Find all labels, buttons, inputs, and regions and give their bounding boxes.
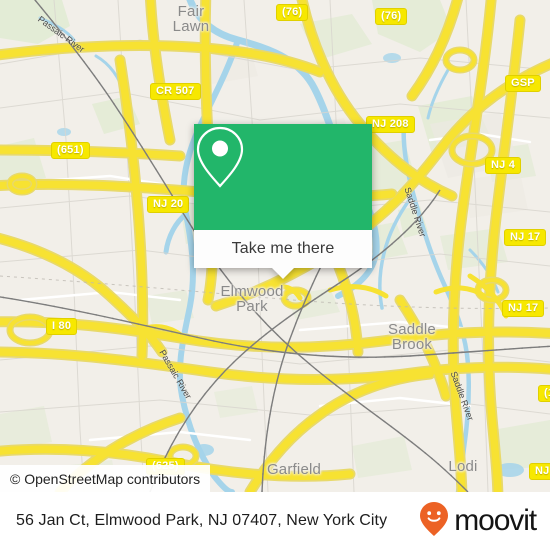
popup-card-header — [194, 124, 372, 230]
road-shield-nj-20[interactable]: NJ 20 — [147, 196, 190, 213]
map-screenshot: .road-cas{ stroke:#e8d96a; fill:none; st… — [0, 0, 550, 550]
take-me-there-button[interactable]: Take me there — [194, 230, 372, 279]
osm-attribution-text: © OpenStreetMap contributors — [10, 470, 201, 487]
popup-card-tail — [271, 267, 295, 279]
location-popup-card[interactable]: Take me there — [194, 124, 372, 279]
road-shield-cr-507[interactable]: CR 507 — [150, 83, 201, 100]
road-shield-nj-4[interactable]: NJ 4 — [485, 157, 522, 174]
address-text: 56 Jan Ct, Elmwood Park, NJ 07407, New Y… — [16, 512, 388, 529]
footer-bar: 56 Jan Ct, Elmwood Park, NJ 07407, New Y… — [0, 492, 550, 550]
road-shield-76-left[interactable]: (76) — [276, 4, 309, 21]
road-shield-nj-208[interactable]: NJ 208 — [366, 116, 415, 133]
road-shield-nj-17-lower[interactable]: NJ 17 — [502, 300, 545, 317]
road-shield-1-partial[interactable]: (1 — [538, 385, 550, 402]
road-shield-gsp[interactable]: GSP — [505, 75, 541, 92]
road-shield-651[interactable]: (651) — [51, 142, 90, 159]
osm-attribution[interactable]: © OpenStreetMap contributors — [0, 465, 211, 492]
take-me-there-label: Take me there — [231, 240, 335, 257]
moovit-wordmark: moovit — [454, 504, 537, 537]
moovit-logo[interactable]: moovit — [419, 501, 537, 542]
road-shield-nj-partial[interactable]: NJ — [529, 463, 550, 480]
road-shield-76-right[interactable]: (76) — [375, 8, 408, 25]
map-canvas[interactable]: .road-cas{ stroke:#e8d96a; fill:none; st… — [0, 0, 550, 492]
moovit-smiley-pin-icon — [419, 501, 449, 542]
road-shield-i-80[interactable]: I 80 — [46, 318, 78, 335]
road-shield-nj-17-upper[interactable]: NJ 17 — [504, 229, 547, 246]
